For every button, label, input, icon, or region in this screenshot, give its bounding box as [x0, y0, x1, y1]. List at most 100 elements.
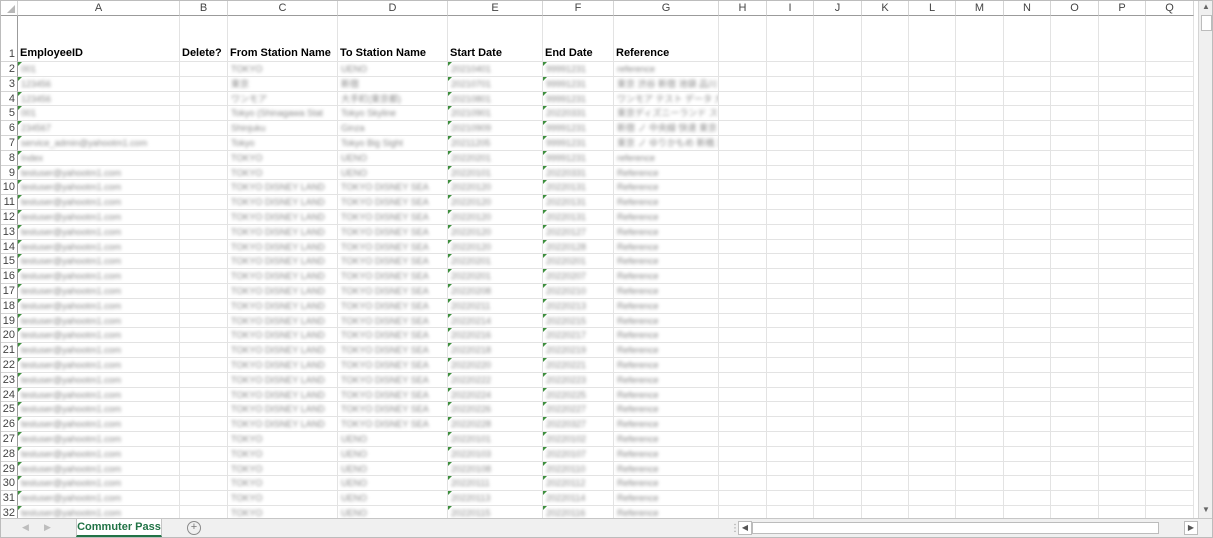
cell-q29[interactable] [1146, 461, 1194, 477]
cell-a6[interactable]: 234567 [18, 121, 180, 136]
cell-m6[interactable] [956, 121, 1004, 136]
cell-o26[interactable] [1051, 417, 1099, 432]
cell-k29[interactable] [862, 461, 909, 477]
cell-l4[interactable] [909, 91, 956, 107]
cell-b27[interactable] [180, 432, 228, 447]
cell-e30[interactable]: 20220111 [448, 476, 543, 492]
cell-a11[interactable]: testuser@yahootm1.com [18, 195, 180, 210]
vertical-scroll-thumb[interactable] [1201, 15, 1212, 31]
cell-i28[interactable] [767, 446, 814, 462]
cell-h14[interactable] [719, 239, 767, 255]
cell-h21[interactable] [719, 343, 767, 358]
cell-k31[interactable] [862, 491, 909, 506]
cell-m12[interactable] [956, 210, 1004, 225]
cell-m19[interactable] [956, 313, 1004, 329]
row-header-20[interactable]: 20 [0, 328, 18, 344]
cell-c23[interactable]: TOKYO DISNEY LAND [228, 372, 338, 388]
cell-h7[interactable] [719, 136, 767, 151]
row-header-22[interactable]: 22 [0, 358, 18, 373]
cell-n25[interactable] [1004, 402, 1051, 418]
cell-m30[interactable] [956, 476, 1004, 492]
cell-l26[interactable] [909, 417, 956, 432]
header-cell-f[interactable]: End Date [543, 16, 614, 62]
cell-e31[interactable]: 20220113 [448, 491, 543, 506]
cell-e29[interactable]: 20220108 [448, 461, 543, 477]
cell-h19[interactable] [719, 313, 767, 329]
cell-k30[interactable] [862, 476, 909, 492]
cell-q9[interactable] [1146, 165, 1194, 181]
cell-e21[interactable]: 20220218 [448, 343, 543, 358]
cell-c27[interactable]: TOKYO [228, 432, 338, 447]
cell-g7[interactable]: 東京 ノ ゆりかもめ 新橋 汐留 竹芝 日の出 芝浦ふ頭 お台場海浜公園 台場 … [614, 136, 719, 151]
cell-h26[interactable] [719, 417, 767, 432]
cell-d28[interactable]: UENO [338, 446, 448, 462]
cell-f5[interactable]: 20220331 [543, 106, 614, 122]
cell-k26[interactable] [862, 417, 909, 432]
cell-j24[interactable] [814, 387, 862, 403]
cell-d15[interactable]: TOKYO DISNEY SEA [338, 254, 448, 270]
cell-q14[interactable] [1146, 239, 1194, 255]
cell-p20[interactable] [1099, 328, 1146, 344]
cell-b20[interactable] [180, 328, 228, 344]
cell-e18[interactable]: 20220211 [448, 298, 543, 314]
cell-a25[interactable]: testuser@yahootm1.com [18, 402, 180, 418]
cell-a31[interactable]: testuser@yahootm1.com [18, 491, 180, 506]
cell-q31[interactable] [1146, 491, 1194, 506]
header-cell-k[interactable] [862, 16, 909, 62]
cell-a14[interactable]: testuser@yahootm1.com [18, 239, 180, 255]
cell-m7[interactable] [956, 136, 1004, 151]
header-cell-o[interactable] [1051, 16, 1099, 62]
cell-i19[interactable] [767, 313, 814, 329]
cell-m20[interactable] [956, 328, 1004, 344]
cell-d13[interactable]: TOKYO DISNEY SEA [338, 224, 448, 240]
cell-o16[interactable] [1051, 269, 1099, 284]
cell-l11[interactable] [909, 195, 956, 210]
cell-p19[interactable] [1099, 313, 1146, 329]
cell-l24[interactable] [909, 387, 956, 403]
cell-p29[interactable] [1099, 461, 1146, 477]
cell-p26[interactable] [1099, 417, 1146, 432]
cell-e2[interactable]: 20210401 [448, 62, 543, 77]
cell-i21[interactable] [767, 343, 814, 358]
cell-j26[interactable] [814, 417, 862, 432]
cell-m21[interactable] [956, 343, 1004, 358]
cell-h27[interactable] [719, 432, 767, 447]
cell-a21[interactable]: testuser@yahootm1.com [18, 343, 180, 358]
cell-o31[interactable] [1051, 491, 1099, 506]
cell-c26[interactable]: TOKYO DISNEY LAND [228, 417, 338, 432]
cell-k14[interactable] [862, 239, 909, 255]
cell-g16[interactable]: Reference [614, 269, 719, 284]
cell-d25[interactable]: TOKYO DISNEY SEA [338, 402, 448, 418]
cell-m28[interactable] [956, 446, 1004, 462]
cell-j5[interactable] [814, 106, 862, 122]
cell-n5[interactable] [1004, 106, 1051, 122]
cell-f2[interactable]: 99991231 [543, 62, 614, 77]
column-header-m[interactable]: M [956, 0, 1004, 16]
cell-j14[interactable] [814, 239, 862, 255]
cell-g6[interactable]: 新宿 ノ 中央線 快速 東京 神田 御茶ノ水 四ツ谷 銀座線 [614, 121, 719, 136]
row-header-12[interactable]: 12 [0, 210, 18, 225]
cell-f3[interactable]: 99991231 [543, 76, 614, 92]
cell-g23[interactable]: Reference [614, 372, 719, 388]
cell-f19[interactable]: 20220215 [543, 313, 614, 329]
cell-q5[interactable] [1146, 106, 1194, 122]
column-header-e[interactable]: E [448, 0, 543, 16]
cell-m15[interactable] [956, 254, 1004, 270]
cell-g3[interactable]: 東京 渋谷 新宿 池袋 品川 目黒 恵比寿 五反田 大崎 浜松町 田町 高輪ゲー… [614, 76, 719, 92]
row-header-4[interactable]: 4 [0, 91, 18, 107]
row-header-24[interactable]: 24 [0, 387, 18, 403]
cell-n24[interactable] [1004, 387, 1051, 403]
cell-b14[interactable] [180, 239, 228, 255]
scroll-left-icon[interactable]: ◀ [738, 521, 752, 535]
cell-h11[interactable] [719, 195, 767, 210]
cell-f8[interactable]: 99991231 [543, 150, 614, 166]
cell-q30[interactable] [1146, 476, 1194, 492]
cell-e20[interactable]: 20220216 [448, 328, 543, 344]
cell-g28[interactable]: Reference [614, 446, 719, 462]
row-header-9[interactable]: 9 [0, 165, 18, 181]
cell-j29[interactable] [814, 461, 862, 477]
cell-f7[interactable]: 99991231 [543, 136, 614, 151]
cell-c19[interactable]: TOKYO DISNEY LAND [228, 313, 338, 329]
cell-d6[interactable]: Ginza [338, 121, 448, 136]
cell-g19[interactable]: Reference [614, 313, 719, 329]
